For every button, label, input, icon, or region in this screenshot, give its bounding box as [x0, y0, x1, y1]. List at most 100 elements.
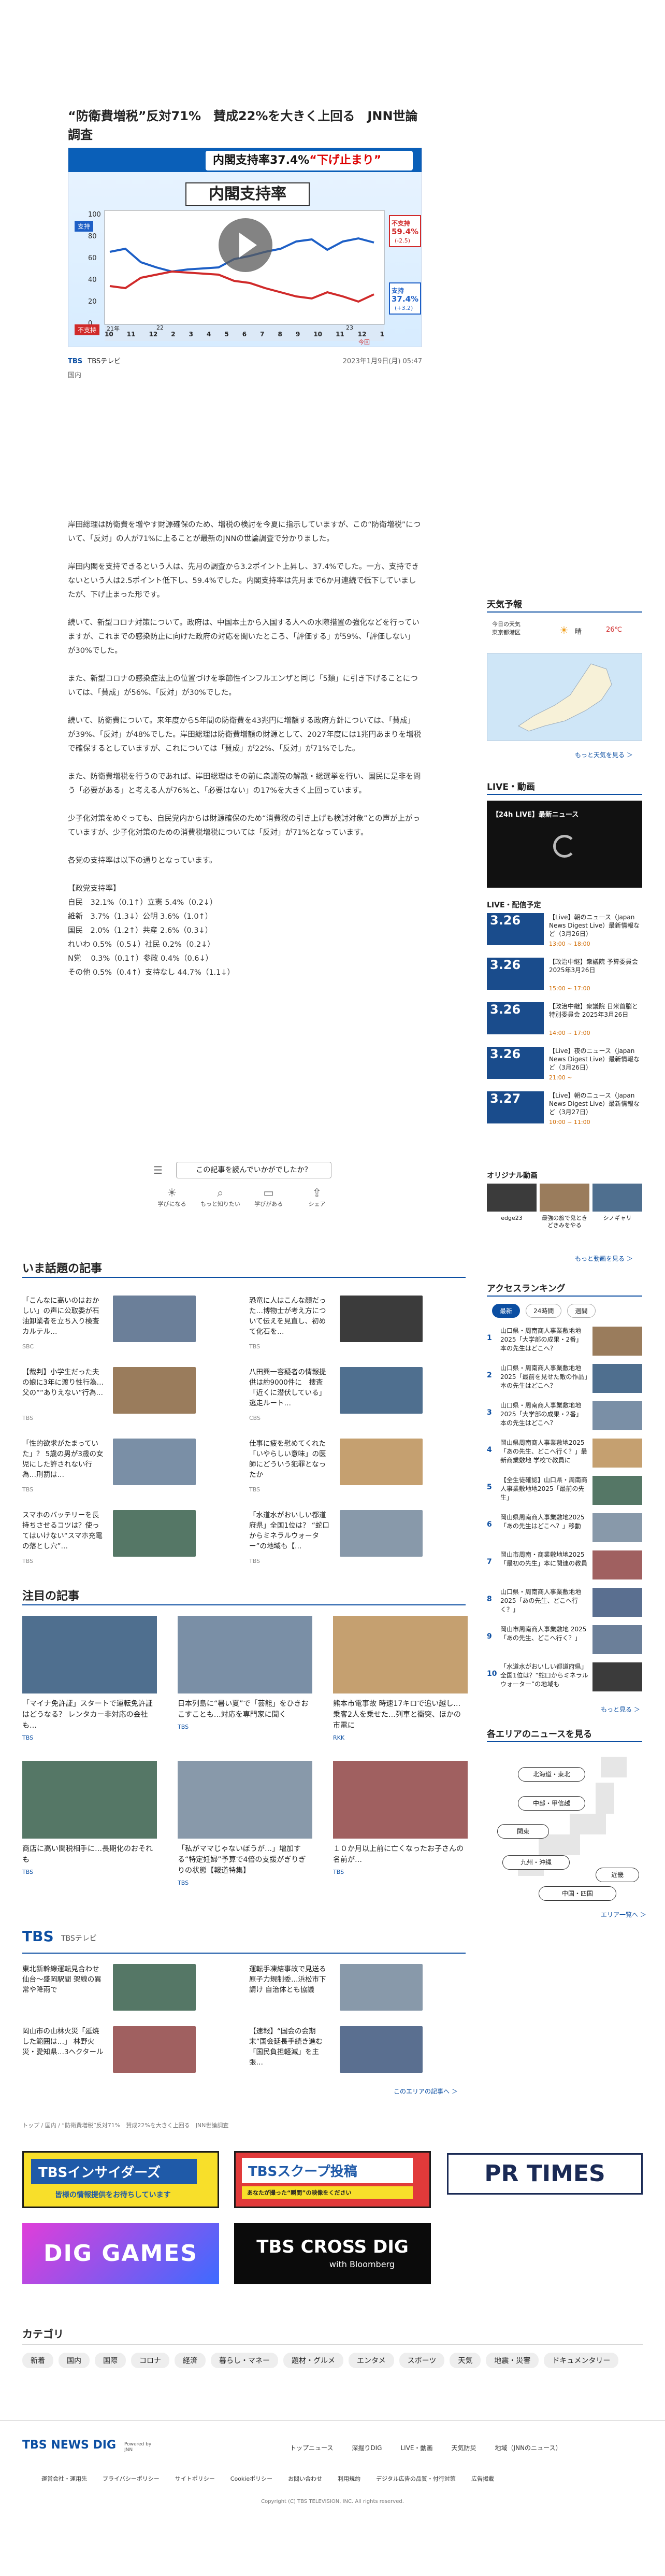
prtimes-banner[interactable]: PR TIMES [447, 2153, 643, 2195]
trending-thumbnail[interactable] [340, 1296, 423, 1342]
ranking-item[interactable]: 7 岡山市周南・商業敷地地2025「最初の先生」本に関連の教員 [487, 1548, 642, 1585]
reaction-insight[interactable]: ▭ 学びがある [248, 1187, 290, 1208]
area-list-link[interactable]: エリア一覧へ ＞ [601, 1910, 646, 1919]
area-pill[interactable]: 九州・沖縄 [502, 1855, 570, 1870]
trending-thumbnail[interactable] [113, 1367, 196, 1414]
live-item[interactable]: 3.26 【Live】夜のニュース（Japan News Digest Live）… [487, 1047, 642, 1085]
ranking-item[interactable]: 6 岡山県周南商人事業敷地2025「あの先生はどこへ？」移動 [487, 1511, 642, 1547]
ranking-item[interactable]: 4 岡山県周南商人事業敷地2025「あの先生、どこへ行く？」最新商業敷地 学校で教… [487, 1436, 642, 1473]
ranking-item[interactable]: 3 山口県・周南商人事業敷地地2025「大学部の成果・2番」本の先生はどこへ？ [487, 1399, 642, 1435]
trending-card[interactable]: 「水道水がおいしい都道府県」全国1位は？ “蛇口からミネラルウォーター”の地域も… [249, 1510, 423, 1567]
trending-card[interactable]: 【裁判】小学生だった夫の娘に3年に渡り性行為…父の““ありえない”行為… TBS [22, 1367, 196, 1424]
footer-link[interactable]: お問い合わせ [288, 2475, 322, 2482]
featured-card[interactable]: 商店に高い関税相手に…長期化のおそれも TBS [22, 1761, 157, 1922]
footer-link[interactable]: 利用規約 [338, 2475, 360, 2482]
original-thumbnail[interactable] [540, 1184, 589, 1212]
ranking-item[interactable]: 9 岡山市周南商人事業敷地 2025「あの先生、どこへ行く？」 [487, 1623, 642, 1659]
tbs-thumbnail[interactable] [340, 2026, 423, 2073]
tbs-card[interactable]: 運転手凍結事故で見送る 原子力規制委…浜松市下請け 自治体とも協議 [249, 1964, 423, 2021]
footer-link[interactable]: 天気防災 [452, 2444, 476, 2452]
featured-card[interactable]: 日本列島に“暑い夏”で「芸能」をひきおこすことも…対応を専門家に聞く TBS [178, 1616, 312, 1776]
footer-link[interactable]: 広告掲載 [471, 2475, 494, 2482]
featured-card[interactable]: １０か月以上前に亡くなったお子さんの名前が… TBS [333, 1761, 468, 1922]
reaction-share[interactable]: ⇪ シェア [296, 1187, 338, 1208]
trending-card[interactable]: 「性的欲求がたまっていた」？ 5歳の男が3歳の女児にした許されない行為…刑罰は…… [22, 1439, 196, 1496]
footer-logo[interactable]: TBS NEWS DIG [22, 2439, 116, 2452]
ranking-thumbnail[interactable] [592, 1327, 642, 1356]
live-item[interactable]: 3.26 【Live】朝のニュース（Japan News Digest Live）… [487, 913, 642, 951]
featured-thumbnail[interactable] [333, 1616, 468, 1693]
tbs-card[interactable]: 【速報】“国会の会期末”国会延長手続き進む「国民負担軽減」を主張… [249, 2026, 423, 2083]
footer-link[interactable]: 地域（JNNのニュース） [495, 2444, 562, 2452]
footer-link[interactable]: Cookieポリシー [230, 2475, 272, 2482]
ranking-thumbnail[interactable] [592, 1401, 642, 1430]
trending-thumbnail[interactable] [113, 1296, 196, 1342]
featured-card[interactable]: 「マイナ免許証」スタートで運転免許証はどうなる？ レンタカー非対応の会社も… TB… [22, 1616, 157, 1776]
trending-card[interactable]: 「こんなに高いのはおかしい」の声に公取委が石油卸業者を立ち入り検査 カルテル… S… [22, 1296, 196, 1353]
footer-link[interactable]: サイトポリシー [175, 2475, 215, 2482]
ranking-item[interactable]: 8 山口県・周南商人事業敷地地2025「あの先生、どこへ行く？」 [487, 1586, 642, 1622]
category-link[interactable]: 地震・災害 [486, 2353, 539, 2368]
original-title[interactable]: シノギャリ [592, 1215, 642, 1222]
ranking-thumbnail[interactable] [592, 1588, 642, 1617]
ranking-item[interactable]: 10 「水道水がおいしい都道府県」全国1位は？“蛇口からミネラルウォーター”の地域… [487, 1660, 642, 1697]
ranking-item[interactable]: 5 【全生徒確認】山口県・周南商人事業敷地地2025「最前の先生」 [487, 1474, 642, 1510]
trending-card[interactable]: 仕事に疲を慰めてくれた「いやらしい意味」の医師にどういう犯罪となったか TBS [249, 1439, 423, 1496]
ranking-thumbnail[interactable] [592, 1364, 642, 1393]
category-link[interactable]: 暮らし・マネー [211, 2353, 278, 2368]
trending-card[interactable]: スマホのバッテリーを長持ちさせるコツは？使ってはいけない“スマホ充電の落とし穴”… [22, 1510, 196, 1567]
category-link[interactable]: 国際 [95, 2353, 126, 2368]
play-icon[interactable] [219, 218, 272, 272]
live-player[interactable]: 【24h LIVE】最新ニュース [487, 801, 642, 888]
reaction-more[interactable]: ⌕ もっと知りたい [199, 1187, 241, 1208]
original-thumbnail[interactable] [592, 1184, 642, 1212]
live-item[interactable]: 3.26 【政治中継】衆議院 日米首脳と特別委員会 2025年3月26日 14:00… [487, 1002, 642, 1041]
footer-link[interactable]: LIVE・動画 [401, 2444, 433, 2452]
ranking-thumbnail[interactable] [592, 1513, 642, 1542]
ranking-item[interactable]: 1 山口県・周南商人事業敷地地 2025「大学部の成果・2番」本の先生はどこへ？ [487, 1325, 642, 1361]
trending-thumbnail[interactable] [340, 1510, 423, 1557]
diggames-banner[interactable]: DIG GAMES [22, 2223, 219, 2284]
original-title[interactable]: 最強の旅で鬼ときどきみをやる [540, 1215, 589, 1229]
featured-thumbnail[interactable] [22, 1761, 157, 1839]
ranking-thumbnail[interactable] [592, 1625, 642, 1654]
feedback-button[interactable]: この記事を読んでいかがでしたか？ [176, 1162, 331, 1178]
video-more-link[interactable]: もっと動画を見る ＞ [575, 1254, 633, 1263]
ranking-thumbnail[interactable] [592, 1550, 642, 1579]
original-thumbnail[interactable] [487, 1184, 537, 1212]
tbs-thumbnail[interactable] [113, 1964, 196, 2011]
byline-name[interactable]: TBSテレビ [88, 358, 121, 365]
ranking-thumbnail[interactable] [592, 1662, 642, 1691]
featured-card[interactable]: 「私がママじゃないぼうが…」増加する“特定妊婦”予算で4倍の支援がぎりぎりの状態… [178, 1761, 312, 1922]
footer-link[interactable]: 運営会社・運用先 [41, 2475, 87, 2482]
trending-thumbnail[interactable] [113, 1439, 196, 1485]
breadcrumb[interactable]: トップ / 国内 / “防衛費増税”反対71% 賛成22%を大きく上回る JNN… [22, 2121, 466, 2129]
tbs-thumbnail[interactable] [113, 2026, 196, 2073]
tbs-logo[interactable]: TBS [22, 1928, 54, 1945]
area-pill[interactable]: 中部・甲信越 [518, 1796, 585, 1811]
original-title[interactable]: edge23 [487, 1215, 537, 1222]
footer-link[interactable]: 深掘りDIG [352, 2444, 382, 2452]
tbs-thumbnail[interactable] [340, 1964, 423, 2011]
live-item[interactable]: 3.26 【政治中継】衆議院 予算委員会 2025年3月26日 15:00 ~ 17… [487, 958, 642, 996]
scoop-banner[interactable]: TBSスクープ投稿 あなたが撮った“瞬間”の映像をください [234, 2151, 431, 2208]
trending-thumbnail[interactable] [113, 1510, 196, 1557]
featured-thumbnail[interactable] [178, 1616, 312, 1693]
category-link[interactable]: ドキュメンタリー [544, 2353, 619, 2368]
area-pill[interactable]: 北海道・東北 [518, 1767, 585, 1782]
category-link[interactable]: 経済 [175, 2353, 206, 2368]
category-link[interactable]: 国内 [59, 2353, 90, 2368]
ranking-thumbnail[interactable] [592, 1476, 642, 1505]
ranking-thumbnail[interactable] [592, 1439, 642, 1468]
live-item[interactable]: 3.27 【Live】朝のニュース（Japan News Digest Live）… [487, 1091, 642, 1130]
tab-24h[interactable]: 24時間 [526, 1304, 562, 1318]
ranking-more-link[interactable]: もっと見る ＞ [601, 1705, 640, 1714]
trending-card[interactable]: 恐竜に人はこんな顔だった…博物士が考え方について伝えを見直し、初めて化石を… TB… [249, 1296, 423, 1353]
featured-thumbnail[interactable] [178, 1761, 312, 1839]
insider-banner[interactable]: TBSインサイダーズ 皆様の情報提供をお待ちしています [22, 2151, 219, 2208]
featured-card[interactable]: 熊本市電事故 時速17キロで追い越し…乗客2人を乗せた…列車と衝突、ほかの市電に… [333, 1616, 468, 1776]
reaction-learn[interactable]: ☀ 学びになる [151, 1187, 193, 1208]
category-link[interactable]: エンタメ [349, 2353, 394, 2368]
ranking-item[interactable]: 2 山口県・周南商人事業敷地地2025「最前を見せた敵の作品」本の先生はどこへ？ [487, 1362, 642, 1398]
trending-thumbnail[interactable] [340, 1439, 423, 1485]
